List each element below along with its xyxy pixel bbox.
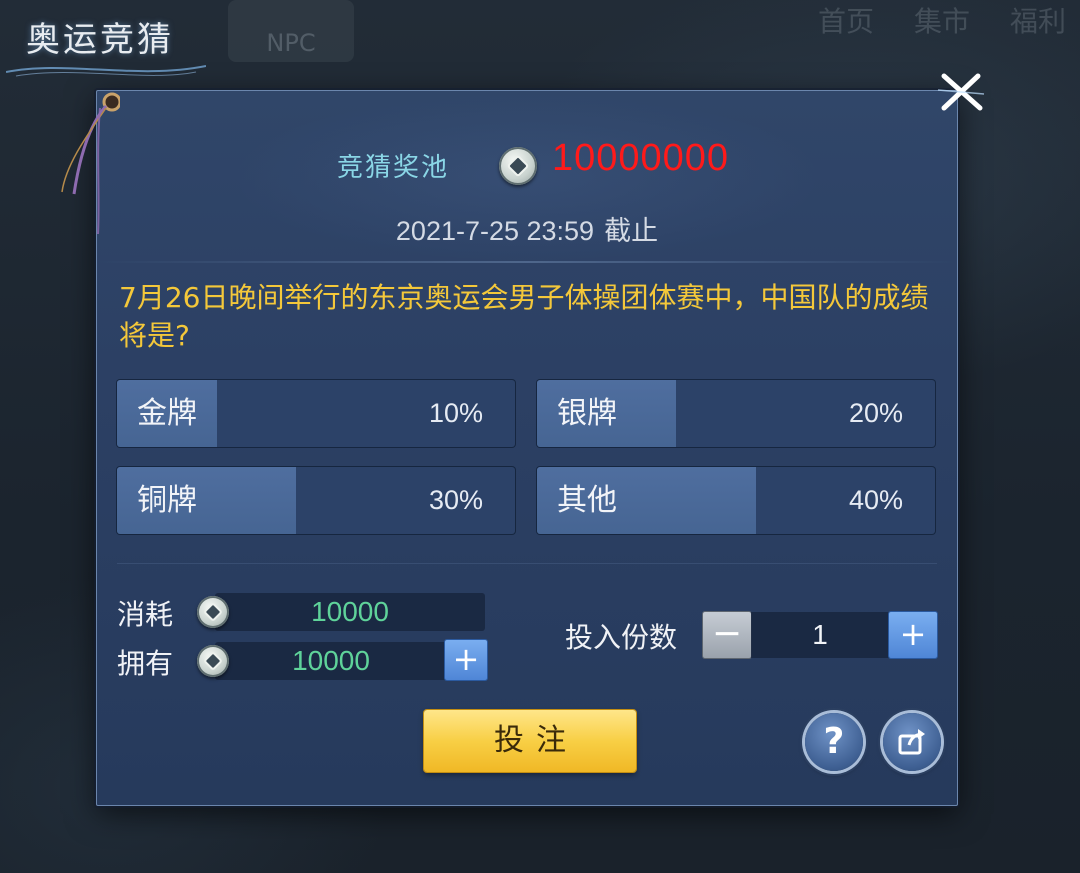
bg-npc-tag: NPC — [228, 0, 354, 62]
pool-value: 10000000 — [552, 137, 730, 179]
option-percent: 30% — [428, 485, 483, 515]
option-percent: 40% — [848, 485, 903, 515]
option-label: 铜牌 — [137, 483, 197, 518]
bet-button[interactable]: 投注 — [424, 710, 636, 772]
quantity-input[interactable]: 1 — [751, 612, 889, 658]
option-percent: 10% — [428, 398, 483, 428]
option-gold[interactable]: 金牌 10% — [117, 380, 515, 447]
deadline-suffix: 截止 — [604, 216, 659, 246]
coin-icon — [197, 645, 229, 677]
cost-value: 10000 — [215, 593, 485, 631]
question-text: 7月26日晚间举行的东京奥运会男子体操团体赛中，中国队的成绩将是? — [119, 281, 929, 352]
bottom-divider — [117, 563, 937, 564]
deadline: 2021-7-25 23:59 截止 — [97, 209, 957, 248]
help-button[interactable]: ? — [805, 713, 863, 771]
bg-nav-market: 集市 — [913, 5, 970, 38]
quantity-label: 投入份数 — [565, 621, 678, 654]
option-silver[interactable]: 银牌 20% — [537, 380, 935, 447]
bg-nav-home: 首页 — [817, 5, 874, 38]
background-nav: 首页 集市 福利 — [804, 0, 1080, 40]
add-coins-button[interactable]: + — [445, 640, 487, 680]
quiz-dialog: 竞猜奖池 10000000 2021-7-25 23:59 截止 7月26日晚间举… — [96, 90, 958, 806]
option-label: 其他 — [557, 483, 617, 518]
option-other[interactable]: 其他 40% — [537, 467, 935, 534]
close-icon[interactable] — [936, 70, 986, 114]
header-divider — [97, 261, 957, 263]
pool-label: 竞猜奖池 — [337, 153, 450, 183]
tassel-decoration — [61, 92, 120, 235]
option-bronze[interactable]: 铜牌 30% — [117, 467, 515, 534]
help-icon: ? — [823, 721, 845, 762]
share-button[interactable] — [883, 713, 941, 771]
owned-value: 10000 — [215, 642, 447, 680]
coin-icon — [197, 596, 229, 628]
option-label: 金牌 — [137, 396, 197, 431]
quantity-plus-button[interactable]: + — [889, 612, 937, 658]
coin-icon — [499, 147, 537, 185]
share-icon — [898, 729, 925, 755]
cost-label: 消耗 — [117, 598, 174, 631]
option-label: 银牌 — [557, 396, 617, 431]
page-title: 奥运竞猜 — [26, 20, 174, 60]
option-percent: 20% — [848, 398, 903, 428]
title-swoosh-decoration — [6, 65, 206, 77]
quantity-minus-button[interactable]: − — [703, 612, 751, 658]
owned-label: 拥有 — [117, 647, 174, 680]
bg-nav-welfare: 福利 — [1009, 5, 1066, 38]
deadline-time: 2021-7-25 23:59 — [395, 216, 595, 246]
